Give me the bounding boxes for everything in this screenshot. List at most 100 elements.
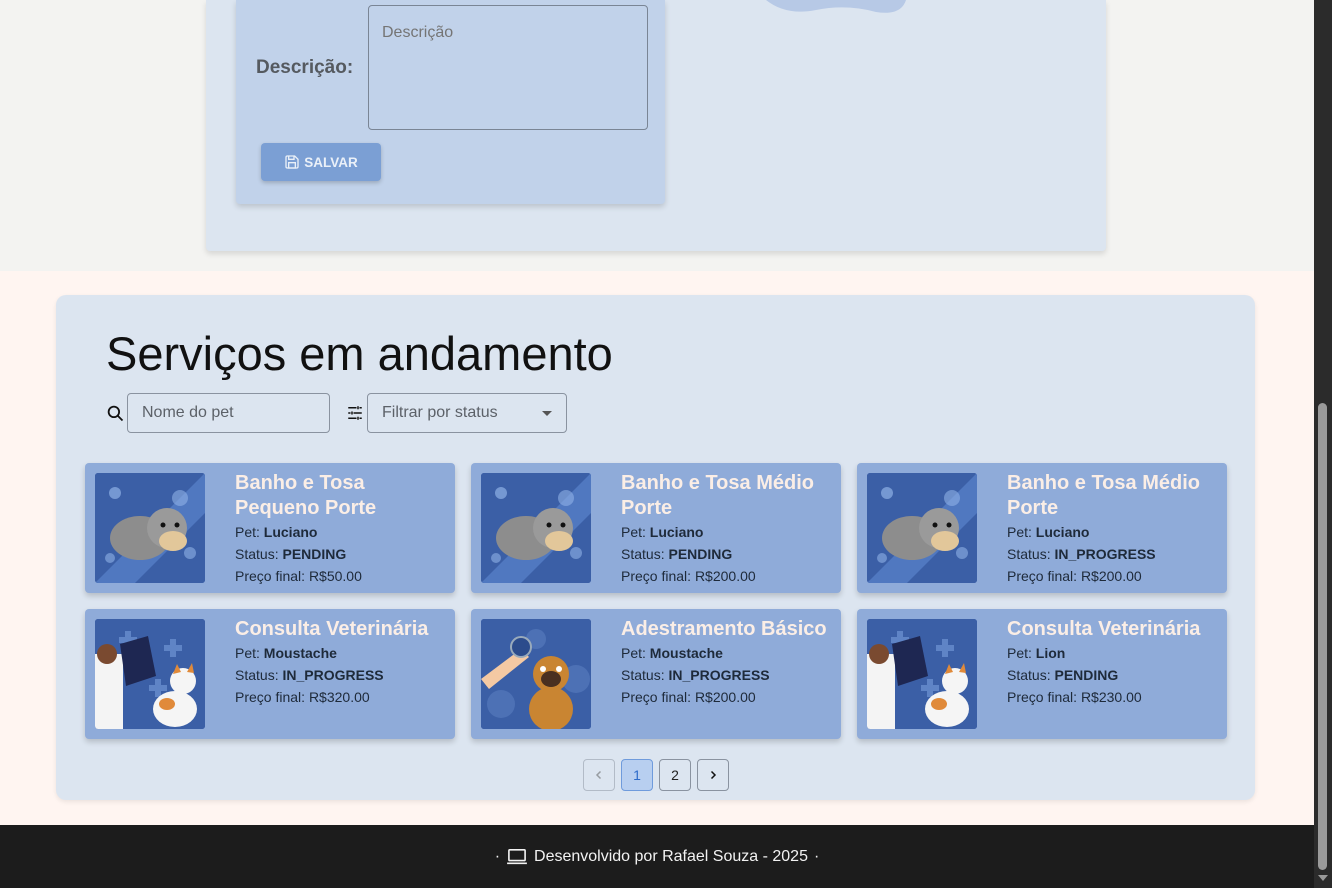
price-value: R$200.00	[694, 689, 756, 705]
pagination-page-1[interactable]: 1	[621, 759, 653, 791]
service-card-text: Adestramento Básico Pet: Moustache Status:…	[621, 617, 835, 708]
chevron-right-icon	[710, 770, 717, 780]
footer-separator-right: ·	[813, 847, 820, 865]
service-pet: Pet: Luciano	[235, 521, 449, 543]
service-title: Banho e Tosa Médio Porte	[621, 472, 814, 519]
footer-separator-left: ·	[494, 847, 501, 865]
price-label: Preço final:	[1007, 568, 1078, 584]
status-value: PENDING	[1054, 667, 1119, 683]
service-status: Status: IN_PROGRESS	[1007, 543, 1221, 565]
service-card[interactable]: Consulta Veterinária Pet: Lion Status: PEN…	[857, 609, 1227, 739]
service-pet: Pet: Moustache	[621, 642, 835, 664]
status-label: Status:	[621, 667, 665, 683]
search-icon	[107, 405, 124, 422]
service-image	[867, 619, 977, 729]
pagination-next-button[interactable]	[697, 759, 729, 791]
service-card[interactable]: Adestramento Básico Pet: Moustache Status:…	[471, 609, 841, 739]
service-card[interactable]: Banho e Tosa Médio Porte Pet: Luciano Stat…	[857, 463, 1227, 593]
footer-text: Desenvolvido por Rafael Souza - 2025	[534, 847, 808, 865]
pet-value: Luciano	[263, 524, 318, 540]
services-title: Serviços em andamento	[106, 327, 613, 380]
service-title: Consulta Veterinária	[1007, 618, 1201, 640]
chevron-left-icon	[595, 770, 602, 780]
service-title: Banho e Tosa Médio Porte	[1007, 472, 1200, 519]
service-pet: Pet: Lion	[1007, 642, 1221, 664]
pagination-page-2[interactable]: 2	[659, 759, 691, 791]
pet-value: Moustache	[263, 645, 337, 661]
status-filter-select[interactable]: Filtrar por status	[367, 393, 567, 433]
service-pet: Pet: Moustache	[235, 642, 449, 664]
pet-label: Pet:	[1007, 645, 1032, 661]
price-label: Preço final:	[235, 689, 306, 705]
status-value: PENDING	[668, 546, 733, 562]
status-label: Status:	[235, 546, 279, 562]
service-title: Consulta Veterinária	[235, 618, 429, 640]
service-image	[481, 619, 591, 729]
service-pet: Pet: Luciano	[1007, 521, 1221, 543]
status-label: Status:	[1007, 667, 1051, 683]
save-button[interactable]: SALVAR	[261, 143, 381, 181]
description-field[interactable]	[368, 5, 648, 130]
pet-name-search-input[interactable]	[127, 393, 330, 433]
status-value: IN_PROGRESS	[668, 667, 770, 683]
price-value: R$200.00	[1080, 568, 1142, 584]
price-label: Preço final:	[235, 568, 306, 584]
price-value: R$200.00	[694, 568, 756, 584]
price-value: R$50.00	[308, 568, 362, 584]
description-label: Descrição:	[256, 57, 354, 78]
service-price: Preço final: R$230.00	[1007, 686, 1221, 708]
status-value: IN_PROGRESS	[1054, 546, 1156, 562]
service-status: Status: IN_PROGRESS	[235, 664, 449, 686]
service-card-text: Banho e Tosa Médio Porte Pet: Luciano Stat…	[621, 471, 835, 587]
service-card-text: Consulta Veterinária Pet: Lion Status: PEN…	[1007, 617, 1221, 708]
service-card[interactable]: Banho e Tosa Médio Porte Pet: Luciano Stat…	[471, 463, 841, 593]
service-image	[481, 473, 591, 583]
status-label: Status:	[235, 667, 279, 683]
service-card-text: Banho e Tosa Pequeno Porte Pet: Luciano St…	[235, 471, 449, 587]
pet-value: Luciano	[1035, 524, 1090, 540]
status-value: PENDING	[282, 546, 347, 562]
service-title: Adestramento Básico	[621, 618, 827, 640]
service-image	[95, 473, 205, 583]
service-card[interactable]: Consulta Veterinária Pet: Moustache Status…	[85, 609, 455, 739]
price-label: Preço final:	[1007, 689, 1078, 705]
service-title: Banho e Tosa Pequeno Porte	[235, 472, 377, 519]
price-label: Preço final:	[621, 568, 692, 584]
footer: · Desenvolvido por Rafael Souza - 2025 ·	[0, 825, 1314, 888]
service-price: Preço final: R$200.00	[1007, 565, 1221, 587]
pet-label: Pet:	[235, 524, 260, 540]
service-status: Status: IN_PROGRESS	[621, 664, 835, 686]
pet-label: Pet:	[621, 645, 646, 661]
price-value: R$320.00	[308, 689, 370, 705]
pet-label: Pet:	[621, 524, 646, 540]
service-image	[95, 619, 205, 729]
service-card[interactable]: Banho e Tosa Pequeno Porte Pet: Luciano St…	[85, 463, 455, 593]
pet-value: Moustache	[649, 645, 723, 661]
pagination-prev-button[interactable]	[583, 759, 615, 791]
price-value: R$230.00	[1080, 689, 1142, 705]
scrollbar-thumb[interactable]	[1318, 403, 1327, 870]
service-price: Preço final: R$320.00	[235, 686, 449, 708]
pet-label: Pet:	[235, 645, 260, 661]
save-button-label: SALVAR	[304, 154, 358, 170]
service-status: Status: PENDING	[1007, 664, 1221, 686]
floppy-disk-icon	[285, 155, 299, 169]
status-filter-placeholder: Filtrar por status	[382, 404, 498, 421]
service-status: Status: PENDING	[621, 543, 835, 565]
service-pet: Pet: Luciano	[621, 521, 835, 543]
status-label: Status:	[1007, 546, 1051, 562]
chevron-down-icon	[542, 410, 552, 416]
laptop-icon	[507, 848, 527, 864]
scroll-down-arrow-icon[interactable]	[1318, 874, 1328, 882]
service-image	[867, 473, 977, 583]
pet-label: Pet:	[1007, 524, 1032, 540]
sliders-icon	[348, 406, 362, 420]
price-label: Preço final:	[621, 689, 692, 705]
status-label: Status:	[621, 546, 665, 562]
status-value: IN_PROGRESS	[282, 667, 384, 683]
service-card-text: Banho e Tosa Médio Porte Pet: Luciano Stat…	[1007, 471, 1221, 587]
service-price: Preço final: R$200.00	[621, 565, 835, 587]
pet-value: Luciano	[649, 524, 704, 540]
pet-value: Lion	[1035, 645, 1066, 661]
service-price: Preço final: R$200.00	[621, 686, 835, 708]
